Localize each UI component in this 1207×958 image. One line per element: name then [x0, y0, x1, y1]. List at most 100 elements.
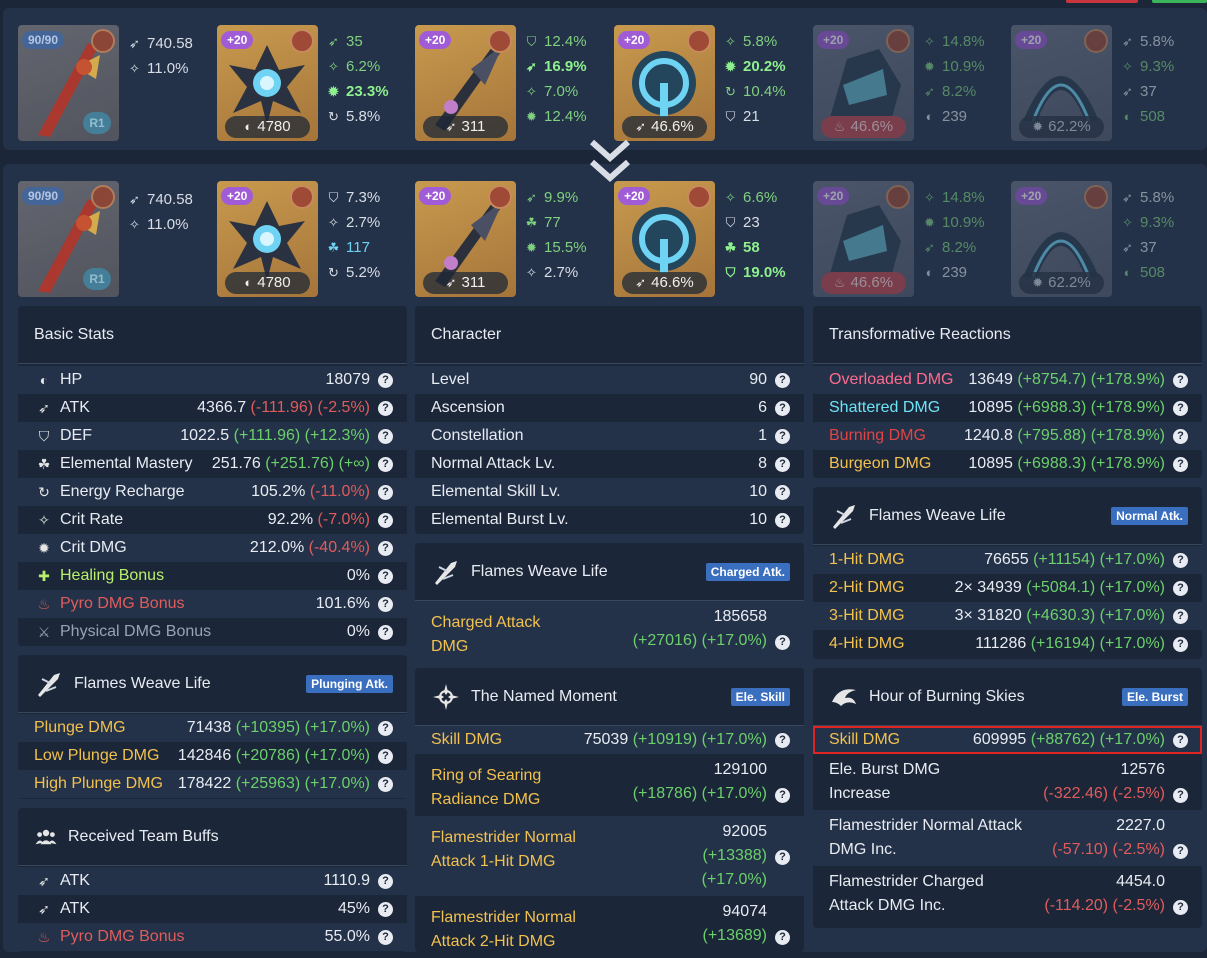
- stat-label: High Plunge DMG: [34, 775, 163, 792]
- stat-value: 10: [749, 483, 767, 501]
- atk-icon: ➶: [38, 399, 50, 416]
- artifact-slot[interactable]: +20 ◐ 4780 ➶ 35 ✧ 6.2% ✹ 23.3% ↻ 5.8%: [217, 25, 407, 141]
- help-icon[interactable]: ?: [378, 929, 393, 945]
- stat-row: ➶ ATK 45%?: [18, 895, 407, 923]
- help-icon[interactable]: ?: [775, 484, 790, 500]
- value-number: 45%: [337, 900, 370, 917]
- substat-value: 5.8%: [346, 108, 381, 125]
- help-icon[interactable]: ?: [775, 850, 790, 865]
- dmg-row: Flamestrider Normal Attack DMG Inc. 2227.0…: [813, 810, 1202, 866]
- panel-header: The Named Moment Ele. Skill: [415, 668, 804, 726]
- crit-dmg-icon: ✹: [924, 59, 935, 74]
- help-icon[interactable]: ?: [775, 512, 790, 528]
- help-icon[interactable]: ?: [378, 568, 393, 584]
- help-icon[interactable]: ?: [1173, 552, 1188, 568]
- character-avatar-icon: [488, 29, 512, 53]
- dmg-row: 1-Hit DMG 76655 (+11154) (+17.0%)?: [813, 546, 1202, 574]
- help-icon[interactable]: ?: [378, 400, 393, 416]
- substat-value: 239: [942, 264, 968, 281]
- help-icon[interactable]: ?: [775, 635, 790, 650]
- help-icon[interactable]: ?: [1173, 636, 1188, 652]
- help-icon[interactable]: ?: [378, 624, 393, 640]
- substat-value: 6.2%: [346, 58, 381, 75]
- stat-value: 251.76 (+251.76) (+∞): [212, 455, 370, 473]
- substat: ✧ 14.8%: [922, 185, 1002, 210]
- help-icon[interactable]: ?: [378, 372, 393, 388]
- character-avatar-icon: [1084, 29, 1108, 53]
- artifact-slot[interactable]: +20 ➶ 311 ⛉ 12.4% ➶ 16.9% ✧ 7.0% ✹ 12.4%: [415, 25, 605, 141]
- substat: ➶ 5.8%: [1120, 185, 1200, 210]
- crit-dmg-icon: ✹: [526, 109, 537, 124]
- value-number: 101.6%: [315, 595, 370, 612]
- help-icon[interactable]: ?: [1173, 456, 1188, 472]
- help-icon[interactable]: ?: [1173, 428, 1188, 444]
- help-icon[interactable]: ?: [378, 456, 393, 472]
- value-delta: (-322.46) (-2.5%): [1043, 785, 1165, 802]
- artifact-image: +20 ◐ 4780: [217, 181, 318, 297]
- stat-value: 90: [749, 371, 767, 389]
- substat: ➶ 8.2%: [922, 235, 1002, 260]
- help-icon[interactable]: ?: [378, 512, 393, 528]
- substat-value: 7.0%: [544, 83, 579, 100]
- hp-icon: ◐: [1123, 109, 1132, 124]
- help-icon[interactable]: ?: [1173, 608, 1188, 624]
- artifact-slot[interactable]: +20 ➶ 311 ➶ 9.9% ☘ 77 ✹ 15.5% ✧ 2.7%: [415, 181, 605, 297]
- help-icon[interactable]: ?: [378, 901, 393, 917]
- artifact-image: +20 ✹ 62.2%: [1011, 181, 1112, 297]
- value-number: 94074: [722, 903, 768, 920]
- substat: ⛉ 12.4%: [524, 29, 604, 54]
- artifact-slot[interactable]: +20 ◐ 4780 ⛉ 7.3% ✧ 2.7% ☘ 117 ↻ 5.2%: [217, 181, 407, 297]
- help-icon[interactable]: ?: [775, 930, 790, 945]
- help-icon[interactable]: ?: [378, 748, 393, 764]
- plunging-atk-tag: Plunging Atk.: [306, 675, 393, 693]
- help-icon[interactable]: ?: [378, 428, 393, 444]
- help-icon[interactable]: ?: [378, 776, 393, 792]
- weapon-slot[interactable]: 90/90 R1 ➶ 740.58 ✧ 11.0%: [18, 181, 208, 297]
- artifact-slot[interactable]: +20 ♨ 46.6% ✧ 14.8% ✹ 10.9% ➶ 8.2% ◐ 239: [813, 25, 1003, 141]
- artifact-level-badge: +20: [221, 187, 254, 205]
- help-icon[interactable]: ?: [775, 428, 790, 444]
- help-icon[interactable]: ?: [378, 873, 393, 889]
- help-icon[interactable]: ?: [378, 720, 393, 736]
- stat-row: ✧ Crit Rate 92.2% (-7.0%)?: [18, 506, 407, 534]
- stat-row: ➶ ATK 1110.9?: [18, 867, 407, 895]
- atk-icon: ➶: [129, 36, 140, 51]
- artifact-substats: ➶ 5.8% ✧ 9.3% ➶ 37 ◐ 508: [1120, 185, 1200, 285]
- stat-label: ATK: [60, 399, 90, 416]
- value-number: 185658: [713, 608, 767, 625]
- help-icon[interactable]: ?: [1173, 788, 1188, 803]
- artifact-slot[interactable]: +20 ✹ 62.2% ➶ 5.8% ✧ 9.3% ➶ 37 ◐ 508: [1011, 25, 1201, 141]
- crit-rate-icon: ✧: [725, 190, 736, 205]
- help-icon[interactable]: ?: [1173, 372, 1188, 388]
- weapon-slot[interactable]: 90/90 R1 ➶ 740.58 ✧ 11.0%: [18, 25, 208, 141]
- dmg-row: Skill DMG 609995 (+88762) (+17.0%)?: [813, 726, 1202, 754]
- double-chevron-down-icon[interactable]: [588, 136, 632, 184]
- artifact-slot[interactable]: +20 ✹ 62.2% ➶ 5.8% ✧ 9.3% ➶ 37 ◐ 508: [1011, 181, 1201, 297]
- dmg-row: 3-Hit DMG 3× 31820 (+4630.3) (+17.0%)?: [813, 602, 1202, 630]
- stat-label: Elemental Skill Lv.: [431, 483, 561, 500]
- artifact-slot[interactable]: +20 ➶ 46.6% ✧ 5.8% ✹ 20.2% ↻ 10.4% ⛉ 21: [614, 25, 804, 141]
- character-avatar-icon: [1084, 185, 1108, 209]
- help-icon[interactable]: ?: [1173, 900, 1188, 915]
- stat-row: ⛉ DEF 1022.5 (+111.96) (+12.3%)?: [18, 422, 407, 450]
- help-icon[interactable]: ?: [378, 596, 393, 612]
- help-icon[interactable]: ?: [378, 484, 393, 500]
- stat-value: 3× 31820 (+4630.3) (+17.0%): [955, 607, 1165, 625]
- help-icon[interactable]: ?: [775, 732, 790, 748]
- help-icon[interactable]: ?: [775, 372, 790, 388]
- value-delta: (+16194) (+17.0%): [1030, 635, 1165, 652]
- artifact-substats: ✧ 6.6% ⛉ 23 ☘ 58 ⛉ 19.0%: [723, 185, 803, 285]
- help-icon[interactable]: ?: [1173, 400, 1188, 416]
- help-icon[interactable]: ?: [775, 788, 790, 803]
- help-icon[interactable]: ?: [775, 456, 790, 472]
- help-icon[interactable]: ?: [1173, 732, 1188, 748]
- label-line: Flamestrider Normal: [431, 909, 576, 926]
- artifact-substats: ➶ 35 ✧ 6.2% ✹ 23.3% ↻ 5.8%: [326, 29, 406, 129]
- stat-value: 1022.5 (+111.96) (+12.3%): [180, 427, 370, 445]
- help-icon[interactable]: ?: [378, 540, 393, 556]
- help-icon[interactable]: ?: [775, 400, 790, 416]
- help-icon[interactable]: ?: [1173, 580, 1188, 596]
- artifact-slot[interactable]: +20 ➶ 46.6% ✧ 6.6% ⛉ 23 ☘ 58 ⛉ 19.0%: [614, 181, 804, 297]
- artifact-slot[interactable]: +20 ♨ 46.6% ✧ 14.8% ✹ 10.9% ➶ 8.2% ◐ 239: [813, 181, 1003, 297]
- help-icon[interactable]: ?: [1173, 844, 1188, 859]
